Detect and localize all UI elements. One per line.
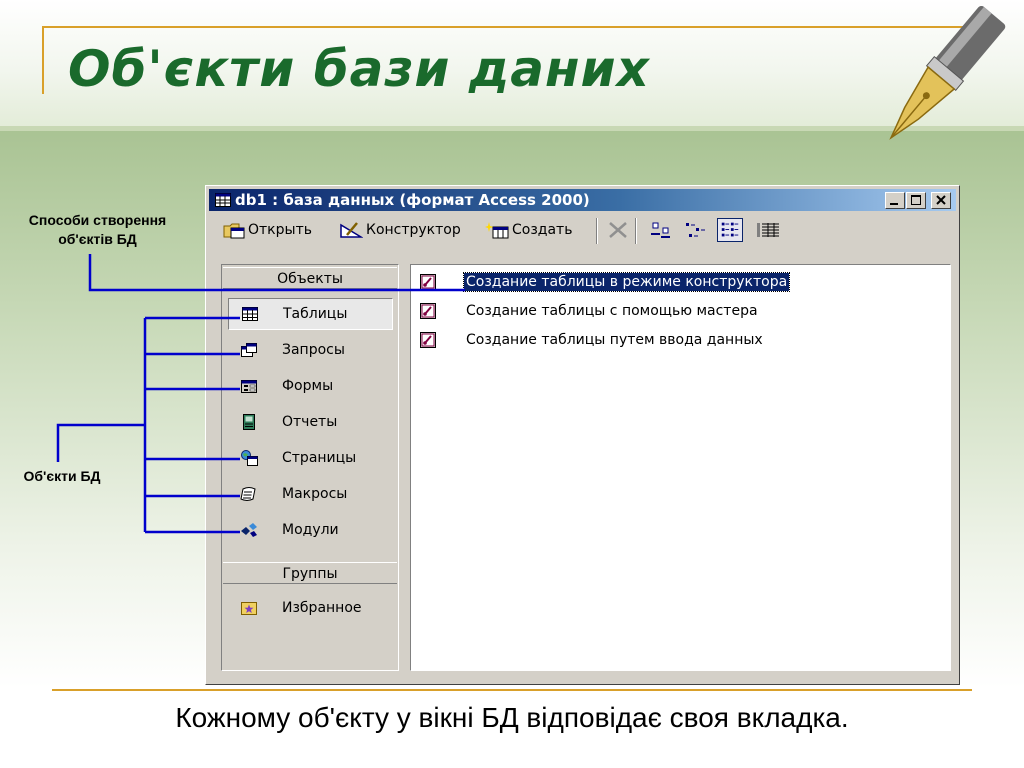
db-objects-connector <box>56 423 145 462</box>
slide-caption: Кожному об'єкту у вікні БД відповідає св… <box>175 702 849 733</box>
creation-methods-connector <box>88 254 465 292</box>
annotation-connectors <box>56 254 465 534</box>
footer-rule <box>52 689 972 691</box>
